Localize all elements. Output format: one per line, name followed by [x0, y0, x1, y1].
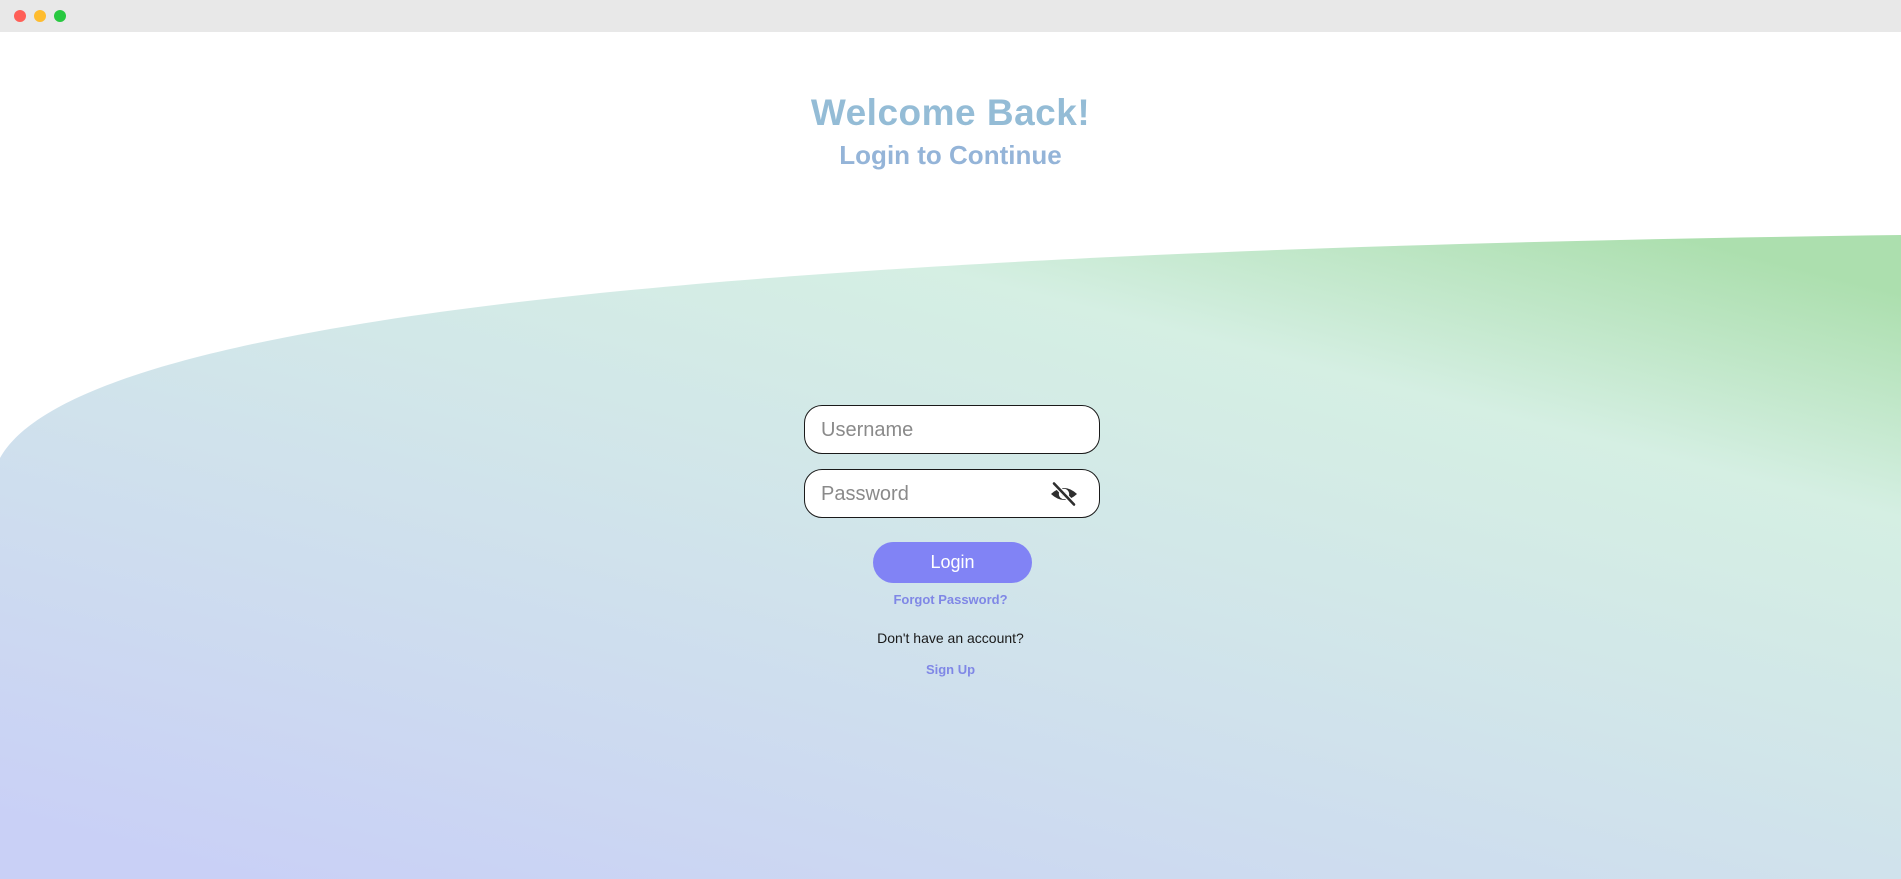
login-page: Welcome Back! Login to Continue Login Fo… [0, 32, 1901, 879]
signup-link[interactable]: Sign Up [926, 662, 975, 677]
forgot-password-link[interactable]: Forgot Password? [893, 592, 1007, 607]
password-field[interactable] [804, 469, 1100, 519]
close-window-button[interactable] [14, 10, 26, 22]
username-field[interactable] [804, 405, 1100, 455]
eye-slash-icon[interactable] [1049, 481, 1079, 507]
no-account-text: Don't have an account? [877, 630, 1024, 646]
minimize-window-button[interactable] [34, 10, 46, 22]
password-input[interactable] [819, 470, 1053, 519]
window-titlebar [0, 0, 1901, 32]
signup-row: Sign Up [0, 662, 1901, 677]
forgot-password-row: Forgot Password? [0, 592, 1901, 607]
maximize-window-button[interactable] [54, 10, 66, 22]
login-button[interactable]: Login [873, 542, 1032, 583]
page-subtitle: Login to Continue [839, 140, 1062, 170]
username-input[interactable] [819, 406, 1053, 455]
page-title: Welcome Back! [810, 92, 1091, 133]
